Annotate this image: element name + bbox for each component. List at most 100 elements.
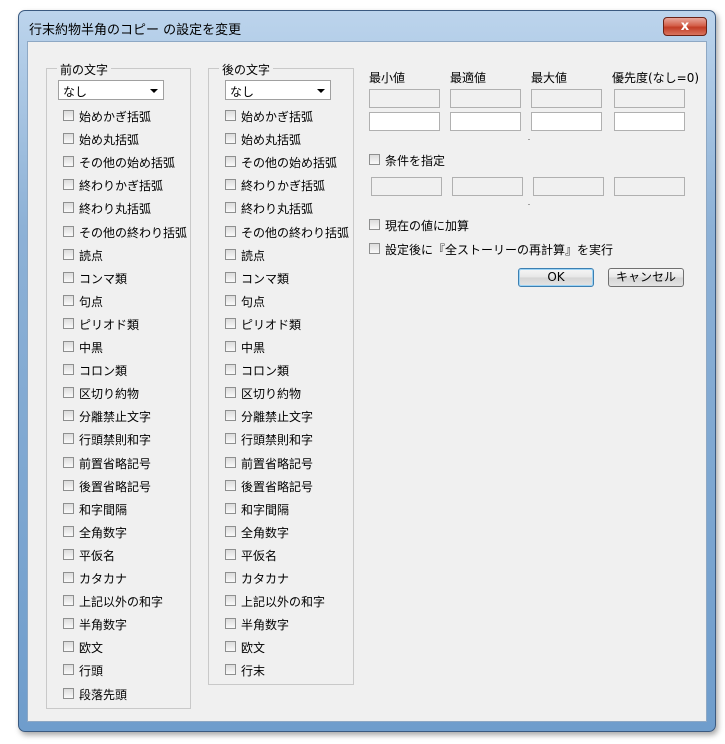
checkbox-label: 終わりかぎ括弧: [79, 179, 164, 194]
checkbox-label: 行頭禁則和字: [79, 433, 152, 448]
checkbox-label: 和字間隔: [79, 502, 128, 517]
checkbox-label: その他の始め括弧: [79, 156, 176, 171]
checkbox-label: 上記以外の和字: [79, 595, 164, 610]
checkbox-box: [225, 433, 236, 445]
before-char-dropdown[interactable]: なし: [58, 80, 164, 100]
checkbox-box: [369, 243, 380, 254]
checkbox-box: [225, 225, 236, 237]
checkbox-box: [225, 341, 236, 352]
before-char-group: 前の文字 なし 始めかぎ括弧 始め丸括弧 その他の始め括弧 終わりかぎ括弧 終わり丸括弧…: [46, 61, 191, 709]
checkbox-box: [225, 479, 236, 491]
checkbox-label: ピリオド類: [241, 317, 302, 332]
close-button[interactable]: x: [663, 17, 707, 36]
checkbox-box: [225, 572, 236, 583]
checkbox-box: [63, 572, 74, 583]
checkbox-label: 区切り約物: [241, 387, 302, 402]
checkbox-box: [63, 456, 74, 468]
checkbox-box: [63, 595, 74, 607]
max-value-field-1[interactable]: [531, 89, 602, 108]
checkbox-label: 句点: [79, 294, 104, 309]
title-bar[interactable]: 行末約物半角のコピー の設定を変更 x: [19, 11, 715, 41]
checkbox-box: [225, 664, 236, 676]
checkbox-label: 全角数字: [79, 525, 128, 540]
checkbox-box: [63, 225, 74, 237]
priority-field-2[interactable]: [614, 112, 685, 131]
checkbox-box: [369, 219, 380, 230]
checkbox-box: [63, 410, 74, 422]
condition-field-3[interactable]: [533, 177, 604, 196]
min-value-field-2[interactable]: [369, 112, 440, 131]
checkbox-label: カタカナ: [79, 572, 128, 586]
optimum-value-field-1[interactable]: [450, 89, 521, 108]
checkbox-label: 読点: [241, 248, 266, 263]
checkbox-label: 平仮名: [79, 548, 116, 563]
checkbox-label: 上記以外の和字: [241, 595, 326, 610]
checkbox-label: コロン類: [241, 364, 290, 379]
dialog-window: 行末約物半角のコピー の設定を変更 x 前の文字 なし 始めかぎ括弧 始め丸括弧そ…: [18, 10, 716, 732]
checkbox-label: 平仮名: [241, 548, 278, 563]
priority-field-1[interactable]: [614, 89, 685, 108]
checkbox-label: 区切り約物: [79, 387, 140, 402]
checkbox-box: [63, 479, 74, 491]
chevron-down-icon: [150, 89, 158, 93]
before-char-group-title: 前の文字: [57, 61, 112, 78]
checkbox-label: 和字間隔: [241, 502, 290, 517]
checkbox-box: [63, 133, 74, 145]
after-char-group-title: 後の文字: [219, 61, 274, 78]
condition-field-4[interactable]: [614, 177, 685, 196]
checkbox-box: [225, 294, 236, 306]
optimum-value-field-2[interactable]: [450, 112, 521, 131]
before-char-dropdown-value: なし: [63, 85, 88, 99]
min-value-field-1[interactable]: [369, 89, 440, 108]
checkbox-box: [225, 156, 236, 168]
after-char-dropdown[interactable]: なし: [225, 80, 331, 100]
checkbox-box: [225, 248, 236, 260]
window-title: 行末約物半角のコピー の設定を変更: [29, 23, 242, 38]
dialog-client-area: 前の文字 なし 始めかぎ括弧 始め丸括弧 その他の始め括弧 終わりかぎ括弧 終わり丸括弧…: [27, 41, 707, 722]
checkbox-label: 始め丸括弧: [241, 133, 302, 148]
checkbox-label: 中黒: [79, 341, 104, 355]
checkbox-box: [225, 525, 236, 537]
checkbox-label: 終わり丸括弧: [241, 202, 314, 217]
checkbox-label: コンマ類: [241, 271, 290, 286]
checkbox-box: [63, 525, 74, 537]
checkbox-label: コロン類: [79, 364, 128, 379]
checkbox-label: 前置省略記号: [241, 456, 314, 471]
condition-field-2[interactable]: [452, 177, 523, 196]
checkbox-box: [369, 154, 380, 165]
ok-button[interactable]: OK: [518, 268, 594, 287]
checkbox-box: [225, 618, 236, 630]
checkbox-label: その他の始め括弧: [241, 156, 338, 171]
specify-condition-label: 条件を指定: [385, 154, 446, 168]
checkbox-label: 終わり丸括弧: [79, 202, 152, 217]
checkbox-box: [63, 317, 74, 329]
checkbox-box: [225, 202, 236, 214]
checkbox-box: [63, 433, 74, 445]
condition-field-1[interactable]: [371, 177, 442, 196]
checkbox-box: [63, 271, 74, 283]
max-value-header: 最大値: [531, 71, 568, 85]
checkbox-box: [225, 271, 236, 283]
checkbox-label: 後置省略記号: [79, 479, 152, 494]
cancel-button[interactable]: キャンセル: [608, 268, 684, 287]
checkbox-box: [63, 548, 74, 560]
checkbox-box: [63, 156, 74, 168]
checkbox-label: カタカナ: [241, 572, 290, 586]
checkbox-label: その他の終わり括弧: [79, 225, 188, 240]
checkbox-box: [63, 618, 74, 630]
checkbox-label: 行頭: [79, 664, 104, 679]
chevron-down-icon: [317, 89, 325, 93]
checkbox-box: [63, 664, 74, 676]
checkbox-label: 読点: [79, 248, 104, 263]
checkbox-label: 行頭禁則和字: [241, 433, 314, 448]
checkbox-label: 後置省略記号: [241, 479, 314, 494]
checkbox-label: 始めかぎ括弧: [241, 110, 314, 124]
checkbox-label: ピリオド類: [79, 317, 140, 332]
max-value-field-2[interactable]: [531, 112, 602, 131]
checkbox-label: 終わりかぎ括弧: [241, 179, 326, 194]
priority-header: 優先度(なし=0): [612, 71, 700, 85]
optimum-value-header: 最適値: [450, 71, 487, 85]
checkbox-box: [63, 248, 74, 260]
checkbox-label: 欧文: [241, 641, 266, 656]
checkbox-label: 始め丸括弧: [79, 133, 140, 148]
